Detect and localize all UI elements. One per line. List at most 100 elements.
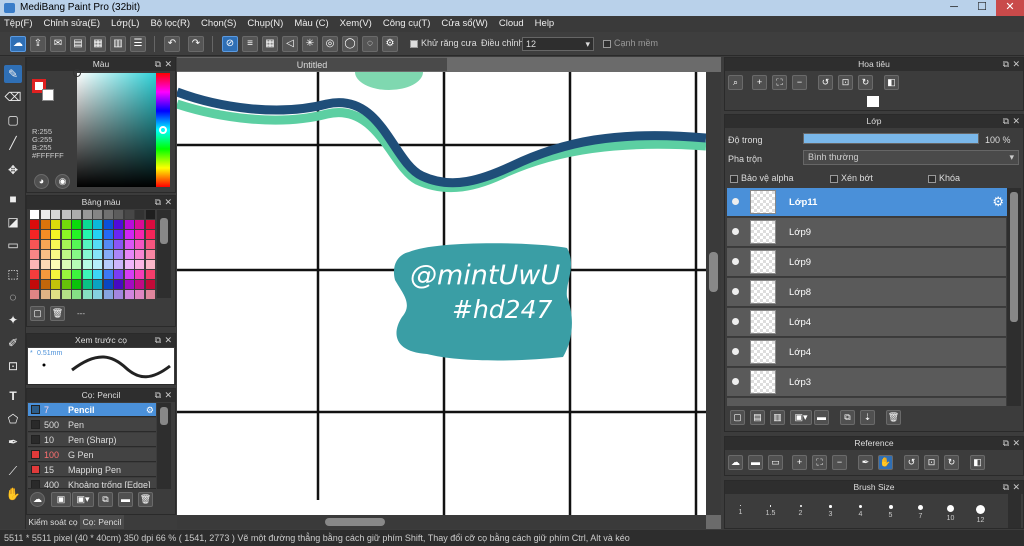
brush-item-pencil[interactable]: 7 Pencil ⚙ bbox=[28, 403, 156, 417]
reset-rotation-icon[interactable]: ⊡ bbox=[838, 75, 853, 90]
palette-swatch[interactable] bbox=[82, 240, 92, 249]
palette-swatch[interactable] bbox=[82, 290, 92, 299]
zoom-in-icon[interactable]: + bbox=[752, 75, 767, 90]
palette-swatch[interactable] bbox=[51, 270, 60, 279]
menu-select[interactable]: Chọn(S) bbox=[201, 16, 236, 32]
palette-swatch[interactable] bbox=[124, 260, 134, 269]
dropper-icon[interactable]: ⟋ bbox=[4, 462, 22, 480]
merge-layer-icon[interactable]: ⇣ bbox=[860, 410, 875, 425]
document-tab[interactable]: Untitled bbox=[177, 57, 447, 71]
palette-swatch[interactable] bbox=[40, 210, 50, 219]
palette-swatch[interactable] bbox=[51, 250, 60, 259]
palette-swatch[interactable] bbox=[124, 280, 134, 289]
blend-select[interactable]: Bình thường ▾ bbox=[803, 150, 1019, 165]
gradient-tool-icon[interactable]: ▭ bbox=[4, 236, 22, 254]
menu-edit[interactable]: Chỉnh sửa(E) bbox=[44, 16, 101, 32]
canvas-horizontal-scrollbar[interactable] bbox=[177, 515, 706, 529]
palette-swatch[interactable] bbox=[72, 250, 81, 259]
zoom-in-icon[interactable]: + bbox=[792, 455, 807, 470]
correction-select[interactable]: 12 ▾ bbox=[522, 37, 594, 51]
curve-snap-icon[interactable]: ◯ bbox=[342, 36, 358, 52]
palette-swatch[interactable] bbox=[114, 280, 123, 289]
menu-color[interactable]: Màu (C) bbox=[294, 16, 328, 32]
share-icon[interactable]: ⇪ bbox=[30, 36, 46, 52]
palette-swatch[interactable] bbox=[145, 250, 155, 259]
eye-icon[interactable] bbox=[732, 318, 739, 325]
palette-icon[interactable]: ◕ bbox=[34, 174, 49, 189]
zoom-icon[interactable]: ⌕ bbox=[728, 75, 743, 90]
palette-swatch[interactable] bbox=[82, 210, 92, 219]
layer-row[interactable]: Lớp9 bbox=[727, 218, 1006, 247]
palette-swatch[interactable] bbox=[114, 250, 123, 259]
palette-swatch[interactable] bbox=[30, 290, 39, 299]
palette-swatch[interactable] bbox=[72, 270, 81, 279]
soft-edge-option[interactable]: Cạnh mềm bbox=[603, 38, 658, 48]
lock-checkbox[interactable] bbox=[928, 174, 936, 183]
rotate-right-icon[interactable]: ↻ bbox=[944, 455, 959, 470]
palette-swatch[interactable] bbox=[124, 210, 134, 219]
eyedropper-icon[interactable]: ✒ bbox=[4, 433, 22, 451]
palette-swatch[interactable] bbox=[40, 230, 50, 239]
open-folder-icon[interactable]: ▬ bbox=[748, 455, 763, 470]
layer-row[interactable]: Lớp11 ⚙ bbox=[727, 188, 1007, 217]
palette-swatch[interactable] bbox=[114, 260, 123, 269]
expand-icon[interactable]: ⧉ bbox=[155, 389, 161, 402]
menu-window[interactable]: Cửa sổ(W) bbox=[441, 16, 487, 32]
radial-snap-icon[interactable]: ✳ bbox=[302, 36, 318, 52]
color-saturation-square[interactable] bbox=[77, 73, 156, 187]
brush-item-edge[interactable]: 400 Khoảng trống [Edge] bbox=[28, 478, 156, 489]
undo-icon[interactable]: ↶ bbox=[164, 36, 180, 52]
palette-swatch[interactable] bbox=[30, 270, 39, 279]
palette-swatch[interactable] bbox=[82, 260, 92, 269]
clipping-checkbox[interactable] bbox=[830, 174, 838, 183]
brush-item-g-pen[interactable]: 100 G Pen bbox=[28, 448, 156, 462]
palette-swatch[interactable] bbox=[124, 290, 134, 299]
antialias-option[interactable]: Khử răng cưa bbox=[410, 38, 477, 48]
layer-scrollbar[interactable] bbox=[1007, 188, 1021, 406]
palette-swatch[interactable] bbox=[51, 260, 60, 269]
palette-swatch[interactable] bbox=[40, 270, 50, 279]
fit-icon[interactable]: ⛶ bbox=[772, 75, 787, 90]
palette-swatch[interactable] bbox=[103, 250, 113, 259]
palette-swatch[interactable] bbox=[93, 220, 102, 229]
eye-icon[interactable] bbox=[732, 288, 739, 295]
palette-swatch[interactable] bbox=[82, 270, 92, 279]
ellipse-snap-icon[interactable]: ◌ bbox=[362, 36, 378, 52]
clipping-option[interactable]: Xén bớt bbox=[830, 173, 873, 183]
redo-icon[interactable]: ↷ bbox=[188, 36, 204, 52]
snap-settings-icon[interactable]: ⚙ bbox=[382, 36, 398, 52]
palette-swatch[interactable] bbox=[72, 290, 81, 299]
palette-swatch[interactable] bbox=[135, 270, 144, 279]
hand-tool-icon[interactable]: ✋ bbox=[4, 485, 22, 503]
eye-icon[interactable] bbox=[732, 198, 739, 205]
new-halftone-layer-icon[interactable]: ▤ bbox=[750, 410, 765, 425]
close-icon[interactable]: ✕ bbox=[164, 334, 172, 347]
palette-swatch[interactable] bbox=[93, 230, 102, 239]
palette-swatch[interactable] bbox=[135, 290, 144, 299]
page-icon[interactable]: ▤ bbox=[70, 36, 86, 52]
canvas-vertical-scrollbar[interactable] bbox=[706, 72, 721, 515]
select-rect-icon[interactable]: ⬚ bbox=[4, 265, 22, 283]
menu-snap[interactable]: Chụp(N) bbox=[247, 16, 283, 32]
layer-row[interactable]: Lớp9 bbox=[727, 248, 1006, 277]
lasso-icon[interactable]: ◌ bbox=[4, 288, 22, 306]
palette-swatch[interactable] bbox=[135, 240, 144, 249]
palette-swatch[interactable] bbox=[103, 230, 113, 239]
palette-swatch[interactable] bbox=[51, 280, 60, 289]
brush-size-option[interactable]: 10 bbox=[936, 499, 965, 529]
palette-swatch[interactable] bbox=[30, 250, 39, 259]
eye-icon[interactable] bbox=[732, 348, 739, 355]
brush-size-scrollbar[interactable] bbox=[1008, 494, 1021, 528]
palette-swatch[interactable] bbox=[51, 240, 60, 249]
protect-alpha-option[interactable]: Bảo vệ alpha bbox=[730, 173, 794, 183]
drawing-canvas[interactable]: @mintUwU #hd247 bbox=[177, 72, 706, 515]
select-eraser-icon[interactable]: ⊡ bbox=[4, 357, 22, 375]
palette-swatch[interactable] bbox=[61, 240, 71, 249]
close-icon[interactable]: ✕ bbox=[996, 0, 1024, 16]
antialias-checkbox[interactable] bbox=[410, 39, 418, 48]
close-icon[interactable]: ✕ bbox=[1012, 437, 1020, 450]
eyedropper-icon[interactable]: ✒ bbox=[858, 455, 873, 470]
palette-swatch[interactable] bbox=[135, 220, 144, 229]
palette-swatch[interactable] bbox=[72, 230, 81, 239]
brush-size-option[interactable]: 7 bbox=[906, 499, 935, 529]
